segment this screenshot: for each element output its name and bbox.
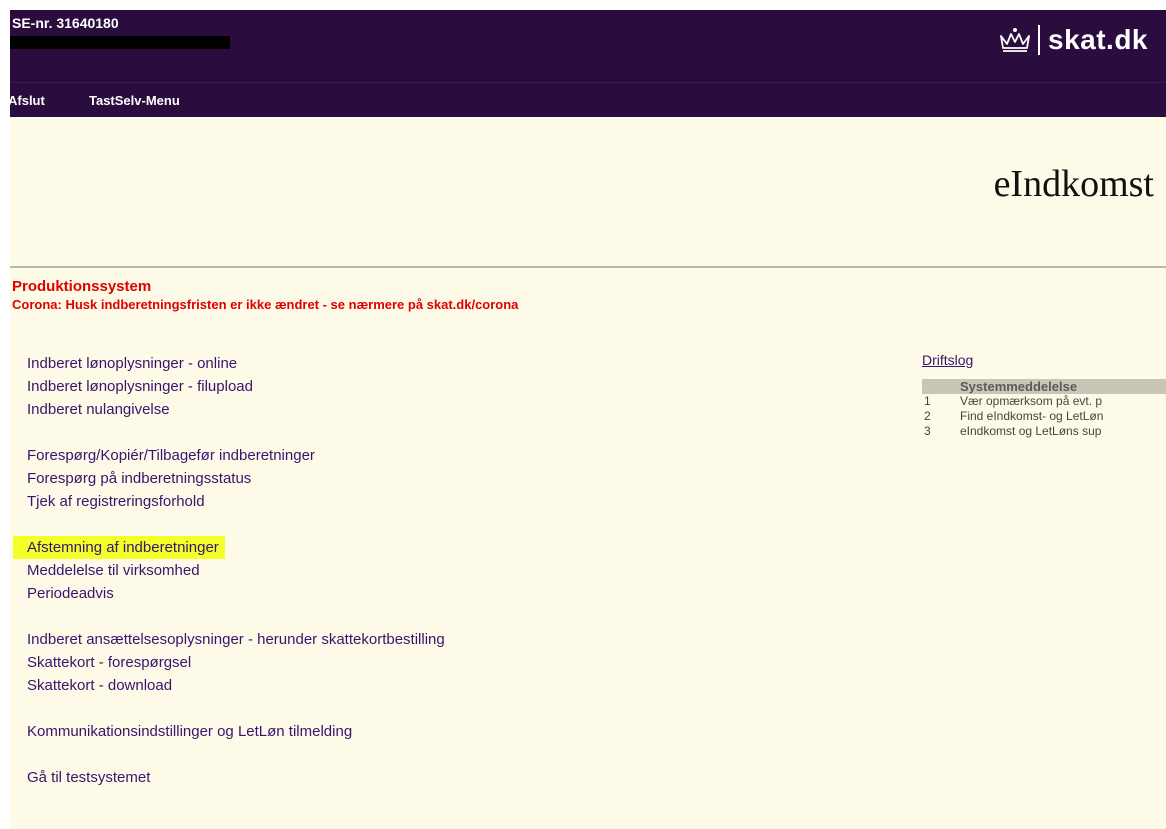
logo-separator [1038, 25, 1040, 55]
message-text: Find eIndkomst- og LetLøn [960, 409, 1104, 423]
corona-notice: Corona: Husk indberetningsfristen er ikk… [12, 297, 519, 312]
link-indberet-online[interactable]: Indberet lønoplysninger - online [27, 352, 445, 375]
menu-links: Indberet lønoplysninger - online Indbere… [13, 352, 445, 812]
nav-afslut[interactable]: Afslut [10, 93, 45, 108]
link-skattekort-download[interactable]: Skattekort - download [27, 674, 445, 697]
link-group: Afstemning af indberetninger Meddelelse … [13, 536, 445, 605]
message-number: 2 [924, 409, 931, 423]
link-group: Indberet lønoplysninger - online Indbere… [27, 352, 445, 421]
crown-icon [1000, 28, 1030, 52]
nav-bar: Afslut TastSelv-Menu [10, 82, 1166, 117]
se-number: SE-nr. 31640180 [12, 15, 119, 31]
message-number: 1 [924, 394, 931, 408]
system-messages: Systemmeddelelse 1 Vær opmærksom på evt.… [922, 379, 1166, 439]
system-message[interactable]: 1 Vær opmærksom på evt. p [922, 394, 1166, 409]
redacted-company-name [10, 36, 230, 49]
message-text: Vær opmærksom på evt. p [960, 394, 1103, 408]
link-testsystemet[interactable]: Gå til testsystemet [27, 766, 445, 789]
divider [10, 266, 1166, 268]
logo-text: skat.dk [1048, 24, 1148, 55]
link-group: Indberet ansættelsesoplysninger - herund… [27, 628, 445, 697]
link-group: Forespørg/Kopiér/Tilbagefør indberetning… [27, 444, 445, 513]
link-skattekort-forespoergsel[interactable]: Skattekort - forespørgsel [27, 651, 445, 674]
message-text: eIndkomst og LetLøns sup [960, 424, 1102, 438]
system-messages-header: Systemmeddelelse [922, 379, 1166, 394]
link-indberet-filupload[interactable]: Indberet lønoplysninger - filupload [27, 375, 445, 398]
link-indberetningsstatus[interactable]: Forespørg på indberetningsstatus [27, 467, 445, 490]
system-message[interactable]: 3 eIndkomst og LetLøns sup [922, 424, 1166, 439]
production-title: Produktionssystem [12, 278, 152, 295]
link-registreringsforhold[interactable]: Tjek af registreringsforhold [27, 490, 445, 513]
link-ansaettelsesoplysninger[interactable]: Indberet ansættelsesoplysninger - herund… [27, 628, 445, 651]
nav-tastselv-menu[interactable]: TastSelv-Menu [89, 93, 180, 108]
link-group: Kommunikationsindstillinger og LetLøn ti… [27, 720, 445, 743]
skat-logo[interactable]: skat.dk [998, 24, 1148, 56]
header-bar: SE-nr. 31640180 skat.dk [10, 10, 1166, 82]
link-periodeadvis[interactable]: Periodeadvis [27, 582, 445, 605]
link-meddelelse[interactable]: Meddelelse til virksomhed [27, 559, 445, 582]
link-kommunikationsindstillinger[interactable]: Kommunikationsindstillinger og LetLøn ti… [27, 720, 445, 743]
page-title: eIndkomst [993, 163, 1154, 205]
link-group: Gå til testsystemet [27, 766, 445, 789]
link-indberet-nulangivelse[interactable]: Indberet nulangivelse [27, 398, 445, 421]
page-frame: SE-nr. 31640180 skat.dk Afslut TastSelv-… [10, 10, 1166, 829]
link-afstemning[interactable]: Afstemning af indberetninger [13, 536, 225, 559]
link-forespoerg-kopier[interactable]: Forespørg/Kopiér/Tilbagefør indberetning… [27, 444, 445, 467]
system-message[interactable]: 2 Find eIndkomst- og LetLøn [922, 409, 1166, 424]
message-number: 3 [924, 424, 931, 438]
driftslog-link[interactable]: Driftslog [922, 352, 973, 368]
